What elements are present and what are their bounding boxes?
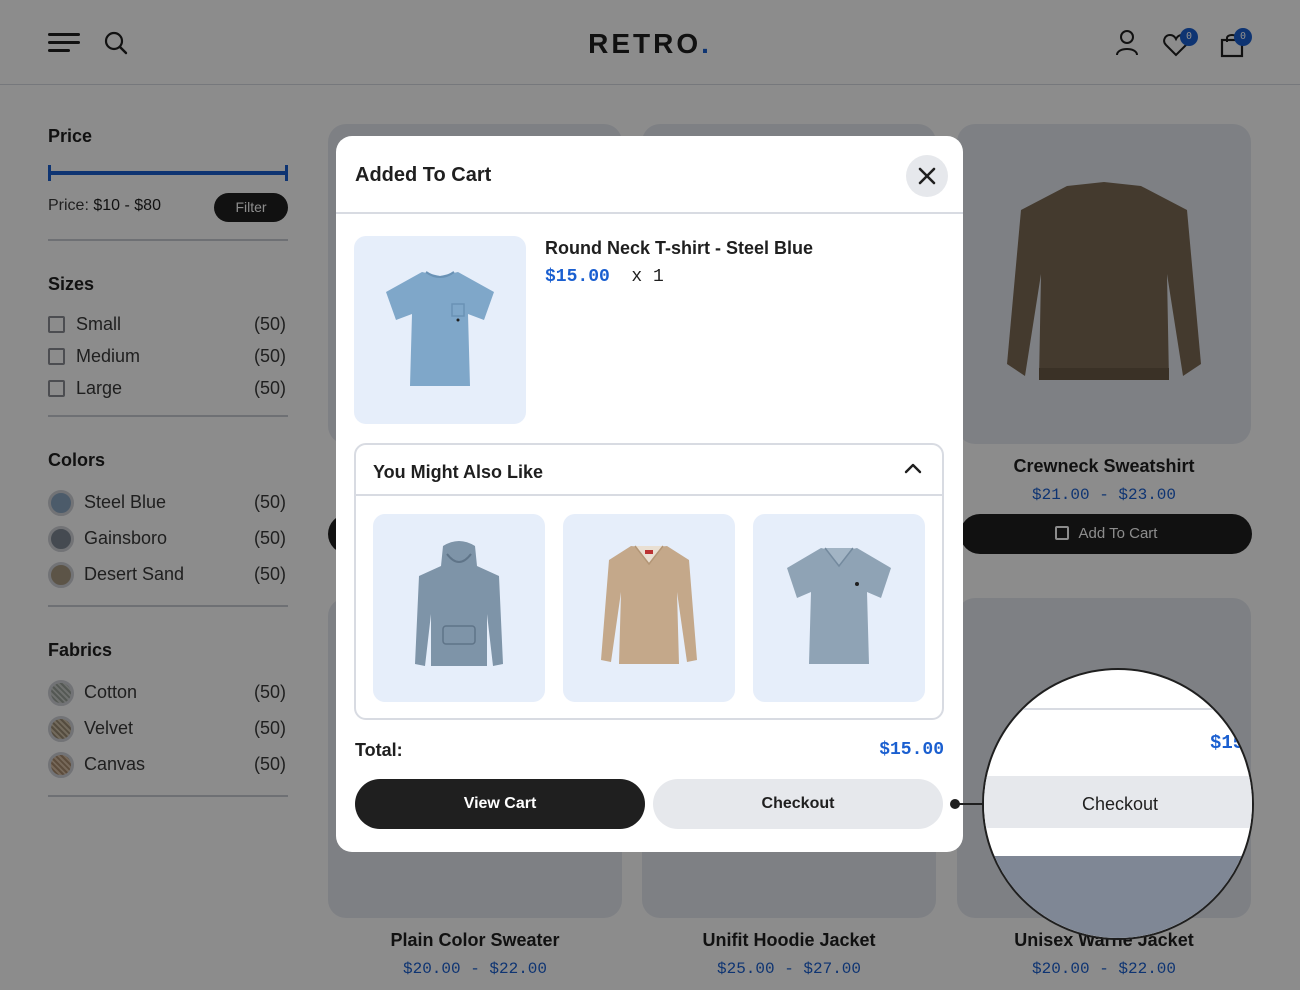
chevron-up-icon[interactable] [904, 461, 922, 475]
callout-line [955, 803, 983, 805]
cart-product-price: $15.00 x 1 [545, 267, 664, 287]
hoodie-image [415, 541, 503, 666]
close-button[interactable] [906, 155, 948, 197]
cart-product-image[interactable] [354, 236, 526, 424]
magnified-checkout-label: Checkout [1081, 794, 1159, 814]
total-value: $15.00 [879, 740, 944, 760]
divider [356, 494, 942, 496]
recommended-product-sweater[interactable] [563, 514, 735, 702]
magnifier-callout: $15 Checkout [982, 668, 1254, 940]
recommendations-title[interactable]: You Might Also Like [373, 462, 543, 483]
total-label: Total: [355, 740, 403, 760]
recommended-product-hoodie[interactable] [373, 514, 545, 702]
magnified-background [984, 856, 1252, 938]
close-icon [918, 167, 936, 185]
added-to-cart-modal: Added To Cart Round Neck T-shirt - Steel… [336, 136, 963, 852]
cart-product-name[interactable]: Round Neck T-shirt - Steel Blue [545, 238, 813, 259]
recommendations-accordion: You Might Also Like [354, 443, 944, 720]
view-cart-button[interactable]: View Cart [355, 779, 645, 829]
tshirt-image [386, 271, 494, 386]
sweater-image [601, 545, 697, 664]
checkout-button[interactable]: Checkout [653, 779, 943, 829]
divider [336, 212, 963, 214]
divider [984, 708, 1252, 710]
polo-image [787, 547, 891, 664]
magnified-price: $15 [1210, 732, 1245, 754]
recommended-product-polo[interactable] [753, 514, 925, 702]
modal-title: Added To Cart [355, 164, 492, 186]
